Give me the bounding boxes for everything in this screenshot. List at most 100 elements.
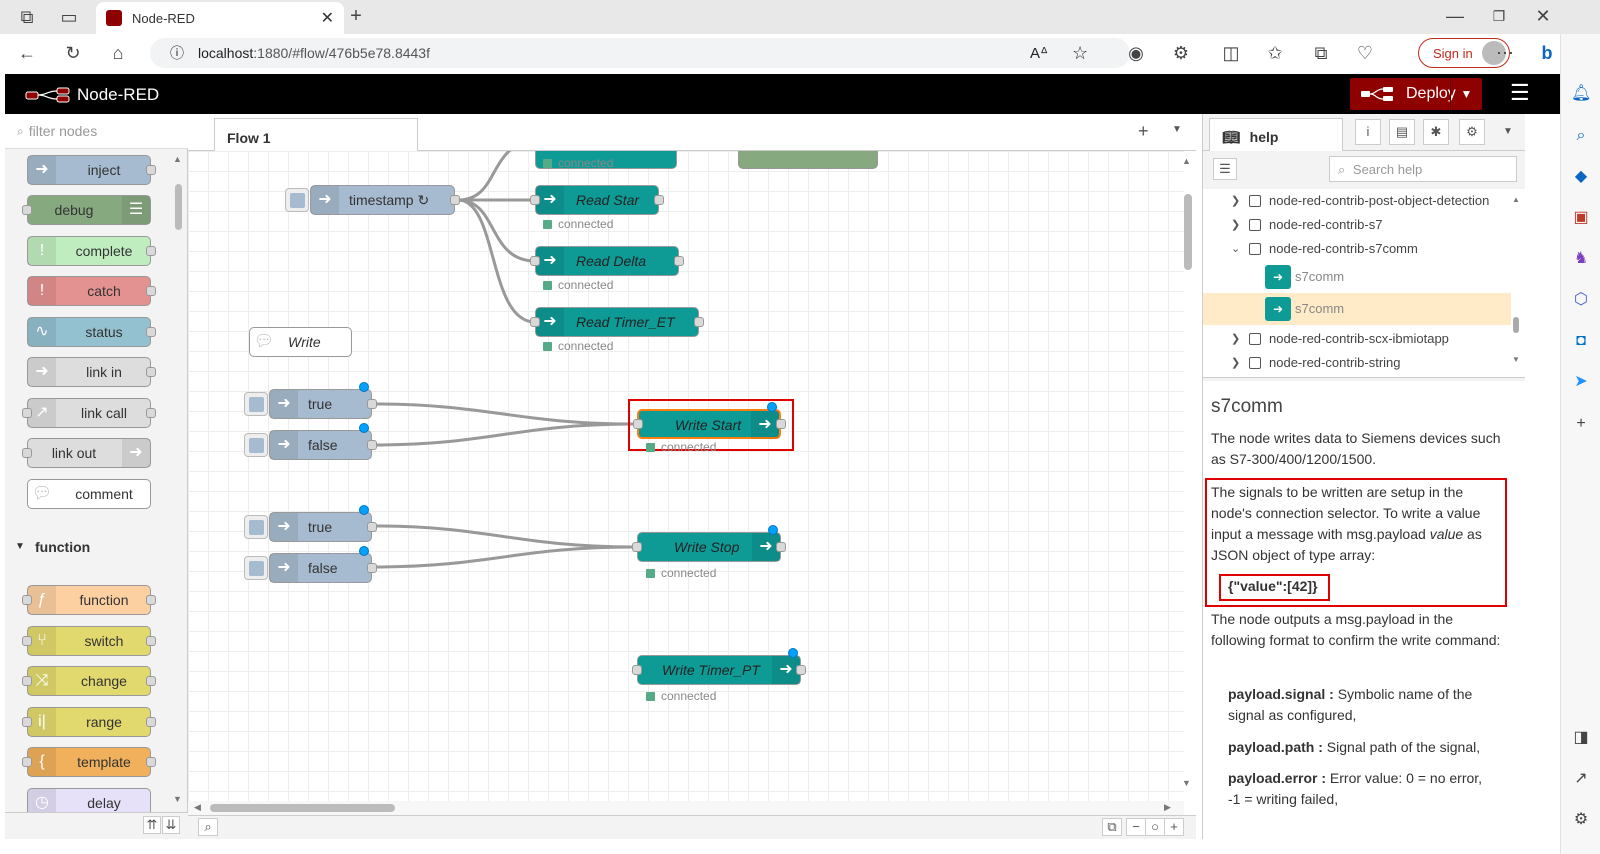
palette-node-debug[interactable]: debug ☰ bbox=[22, 195, 151, 225]
output-port[interactable] bbox=[367, 563, 377, 573]
flow-canvas[interactable]: connected ➜ timestamp ↻ ➜ Read Star conn… bbox=[188, 151, 1184, 801]
tree-item[interactable]: ❯ node-red-contrib-string bbox=[1203, 351, 1511, 375]
scroll-right-icon[interactable]: ▶ bbox=[1164, 802, 1171, 813]
tree-item[interactable]: ❯ node-red-contrib-post-object-detection bbox=[1203, 189, 1511, 213]
tools-icon[interactable]: ▣ bbox=[1571, 208, 1591, 228]
output-port[interactable] bbox=[146, 595, 156, 605]
output-port[interactable] bbox=[146, 636, 156, 646]
flow-node-comment-write[interactable]: 💬︎ Write bbox=[249, 327, 352, 357]
output-port[interactable] bbox=[146, 327, 156, 337]
flow-node-true-1[interactable]: ➜ true bbox=[269, 382, 377, 419]
collapse-all-icon[interactable]: ⇈ bbox=[143, 816, 161, 834]
inject-button[interactable] bbox=[244, 515, 268, 539]
output-port[interactable] bbox=[146, 757, 156, 767]
input-port[interactable] bbox=[530, 256, 540, 266]
flow-node-debug-partial[interactable] bbox=[738, 151, 878, 169]
output-port[interactable] bbox=[654, 195, 664, 205]
main-menu-icon[interactable]: ☰ bbox=[1510, 82, 1532, 104]
outlook-icon[interactable]: ◘ bbox=[1571, 331, 1591, 351]
flow-node-true-2[interactable]: ➜ true bbox=[269, 505, 377, 542]
favorites-icon[interactable]: ✩ bbox=[1264, 42, 1286, 64]
palette-node-delay[interactable]: ◷ delay bbox=[27, 788, 151, 812]
output-port[interactable] bbox=[776, 419, 786, 429]
extension-globe-icon[interactable]: ◉ bbox=[1125, 42, 1147, 64]
flow-list-dropdown-icon[interactable]: ▼ bbox=[1172, 124, 1182, 135]
browser-tab[interactable]: Node-RED ✕ bbox=[96, 2, 344, 34]
flow-node-write-start[interactable]: Write Start ➜ bbox=[633, 402, 786, 439]
palette-node-link-out[interactable]: link out ➜ bbox=[22, 438, 151, 468]
output-port[interactable] bbox=[146, 165, 156, 175]
input-port[interactable] bbox=[22, 717, 32, 727]
tree-item-selected[interactable]: ➜ s7comm bbox=[1203, 293, 1511, 325]
palette-scrollbar[interactable] bbox=[175, 184, 182, 230]
output-port[interactable] bbox=[146, 367, 156, 377]
canvas-vertical-scrollbar[interactable] bbox=[1184, 194, 1192, 270]
output-port[interactable] bbox=[674, 256, 684, 266]
scroll-up-icon[interactable]: ▲ bbox=[173, 154, 182, 164]
zoom-in-icon[interactable]: + bbox=[1164, 818, 1184, 836]
expand-all-icon[interactable]: ⇊ bbox=[162, 816, 180, 834]
tree-item[interactable]: ❯ node-red-contrib-scx-ibmiotapp bbox=[1203, 327, 1511, 351]
input-port[interactable] bbox=[530, 317, 540, 327]
add-flow-icon[interactable]: + bbox=[1138, 121, 1149, 142]
flow-node-write-timer-pt[interactable]: Write Timer_PT ➜ bbox=[632, 648, 806, 685]
input-port[interactable] bbox=[22, 408, 32, 418]
palette-node-change[interactable]: ⤨ change bbox=[22, 666, 156, 696]
output-port[interactable] bbox=[146, 286, 156, 296]
office-icon[interactable]: ⬡ bbox=[1571, 290, 1591, 310]
deploy-dropdown-icon[interactable]: ▼ bbox=[1450, 78, 1482, 110]
flow-node-timestamp[interactable]: ➜ timestamp ↻ bbox=[310, 185, 460, 215]
restore-icon[interactable]: ❐ bbox=[1488, 5, 1510, 27]
browser-essentials-icon[interactable]: ♡ bbox=[1354, 42, 1376, 64]
output-port[interactable] bbox=[146, 717, 156, 727]
sidebar-toggle-icon[interactable]: ◨ bbox=[1571, 728, 1591, 748]
tree-item[interactable]: ⌄ node-red-contrib-s7comm bbox=[1203, 237, 1511, 261]
palette-filter-input[interactable]: ⌕ filter nodes bbox=[5, 114, 188, 149]
scroll-down-icon[interactable]: ▼ bbox=[173, 794, 182, 804]
help-book-icon[interactable]: ▤ bbox=[1389, 119, 1415, 145]
input-port[interactable] bbox=[22, 757, 32, 767]
scroll-up-icon[interactable]: ▲ bbox=[1512, 195, 1520, 204]
url-field[interactable]: ⓘ localhost :1880/#flow/476b5e78.8443f A… bbox=[150, 38, 1130, 68]
tab-flow-1[interactable]: Flow 1 bbox=[214, 118, 418, 152]
palette-node-template[interactable]: { template bbox=[22, 747, 156, 777]
input-port[interactable] bbox=[22, 595, 32, 605]
read-aloud-icon[interactable]: Aᐞ bbox=[1030, 44, 1048, 62]
workspaces-icon[interactable]: ⧉ bbox=[16, 6, 38, 28]
help-search-input[interactable]: ⌕ Search help bbox=[1329, 156, 1517, 182]
input-port[interactable] bbox=[530, 195, 540, 205]
flow-node-read-star[interactable]: ➜ Read Star bbox=[530, 185, 664, 215]
tree-item[interactable]: ❯ node-red-contrib-s7 bbox=[1203, 213, 1511, 237]
input-port[interactable] bbox=[22, 448, 32, 458]
inject-button[interactable] bbox=[244, 392, 268, 416]
output-port[interactable] bbox=[146, 408, 156, 418]
tab-help[interactable]: 📖︎ help bbox=[1209, 118, 1343, 152]
splitter-handle[interactable] bbox=[1203, 377, 1525, 381]
scroll-up-icon[interactable]: ▲ bbox=[1182, 156, 1191, 166]
input-port[interactable] bbox=[633, 419, 643, 429]
inject-button[interactable] bbox=[285, 188, 309, 212]
home-icon[interactable]: ⌂ bbox=[107, 42, 129, 64]
scroll-down-icon[interactable]: ▼ bbox=[1182, 778, 1191, 788]
copilot-icon[interactable]: b bbox=[1536, 42, 1558, 64]
inject-button[interactable] bbox=[244, 556, 268, 580]
palette-node-status[interactable]: ∿ status bbox=[27, 317, 156, 347]
output-port[interactable] bbox=[776, 542, 786, 552]
scroll-left-icon[interactable]: ◀ bbox=[194, 802, 201, 813]
palette-node-comment[interactable]: 💬︎ comment bbox=[27, 479, 151, 509]
close-window-icon[interactable]: ✕ bbox=[1532, 5, 1554, 27]
back-icon[interactable]: ← bbox=[16, 42, 38, 64]
output-port[interactable] bbox=[146, 246, 156, 256]
palette-node-inject[interactable]: ➜ inject bbox=[27, 155, 156, 185]
sidebar-dropdown-icon[interactable]: ▼ bbox=[1503, 126, 1513, 137]
send-icon[interactable]: ➤ bbox=[1571, 372, 1591, 392]
input-port[interactable] bbox=[22, 205, 32, 215]
extensions-icon[interactable]: ⚙ bbox=[1170, 42, 1192, 64]
zoom-out-icon[interactable]: − bbox=[1126, 818, 1146, 836]
config-gear-icon[interactable]: ⚙ bbox=[1459, 119, 1485, 145]
info-icon[interactable]: i bbox=[1355, 119, 1381, 145]
input-port[interactable] bbox=[632, 665, 642, 675]
minimize-icon[interactable]: — bbox=[1444, 5, 1466, 27]
palette-node-complete[interactable]: ! complete bbox=[27, 236, 156, 266]
palette-node-link-in[interactable]: ➜ link in bbox=[27, 357, 156, 387]
